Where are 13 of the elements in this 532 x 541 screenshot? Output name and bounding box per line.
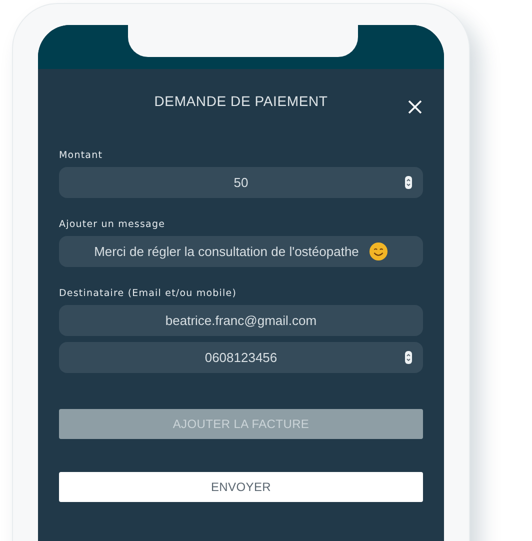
close-icon[interactable] (408, 100, 422, 114)
spinner-icon[interactable] (405, 176, 412, 189)
smiley-icon (368, 242, 388, 261)
input-field[interactable]: beatrice.franc@gmail.com (59, 305, 423, 336)
send-button[interactable]: ENVOYER (59, 472, 423, 502)
field-label: Destinataire (Email et/ou mobile) (59, 288, 238, 300)
dialog-title: DEMANDE DE PAIEMENT (154, 92, 328, 110)
spinner-icon[interactable] (405, 351, 412, 364)
input-field[interactable]: 0608123456 (59, 342, 423, 373)
field-label: Montant (59, 150, 104, 162)
input-field[interactable]: 50 (59, 167, 423, 198)
input-field[interactable]: Merci de régler la consultation de l'ostéopathe (59, 236, 423, 267)
field-label: Ajouter un message (59, 219, 166, 231)
